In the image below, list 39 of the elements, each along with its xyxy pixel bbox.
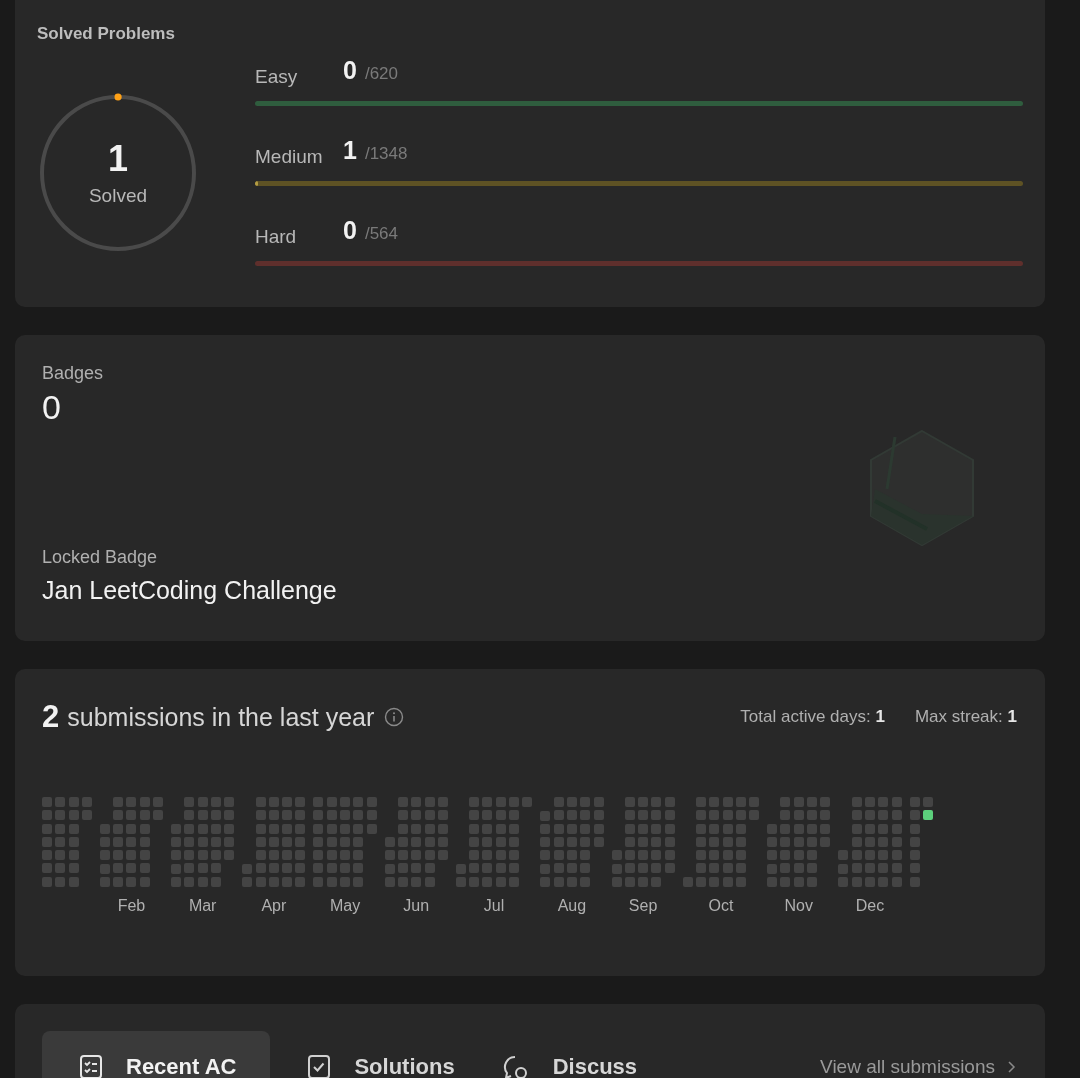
month-label: Aug <box>557 897 587 915</box>
stat-text: Max streak: 1 <box>914 707 1017 727</box>
stat-text: Total active days: 1 <box>740 707 885 727</box>
total-number: /564 <box>364 224 398 244</box>
badge-name: Jan LeetCoding Challenge <box>42 576 338 605</box>
solved-number: 0 <box>343 216 357 245</box>
month-label: Apr <box>261 897 287 915</box>
month-label: Dec <box>855 897 885 915</box>
month-label: Nov <box>784 897 813 915</box>
solved-label: Solved <box>88 184 148 207</box>
difficulty-label: Medium <box>255 146 324 168</box>
checkbox-icon <box>306 1054 333 1078</box>
badges-count: 0 <box>42 388 62 427</box>
chevron-right-icon <box>1007 1060 1017 1074</box>
locked-badge-label: Locked Badge <box>42 547 159 568</box>
month-label: Sep <box>628 897 658 915</box>
info-icon[interactable] <box>384 707 405 727</box>
submission-count: 2 <box>42 699 60 735</box>
month-label: Mar <box>188 897 217 915</box>
tab[interactable]: Discuss <box>490 1031 650 1078</box>
solved-count: 1 <box>108 139 128 179</box>
checklist-icon <box>78 1054 104 1078</box>
month-label: Jun <box>403 897 430 915</box>
total-number: /620 <box>364 64 398 84</box>
total-number: /1348 <box>364 144 408 164</box>
tab[interactable]: Solutions <box>294 1031 467 1078</box>
month-label: Feb <box>117 897 146 915</box>
month-label: May <box>329 897 361 915</box>
solved-number: 0 <box>343 56 357 85</box>
card-title: Solved Problems <box>37 24 176 44</box>
solved-number: 1 <box>343 136 357 165</box>
month-label: Jul <box>483 897 505 915</box>
tab[interactable]: Recent AC <box>42 1031 271 1078</box>
difficulty-label: Easy <box>255 66 299 88</box>
submissions-heading: submissions in the last year <box>67 702 375 732</box>
badges-title: Badges <box>42 363 105 384</box>
month-label: Oct <box>708 897 734 915</box>
difficulty-label: Hard <box>255 226 298 248</box>
view-all-link[interactable]: View all submissions <box>820 1031 1017 1078</box>
